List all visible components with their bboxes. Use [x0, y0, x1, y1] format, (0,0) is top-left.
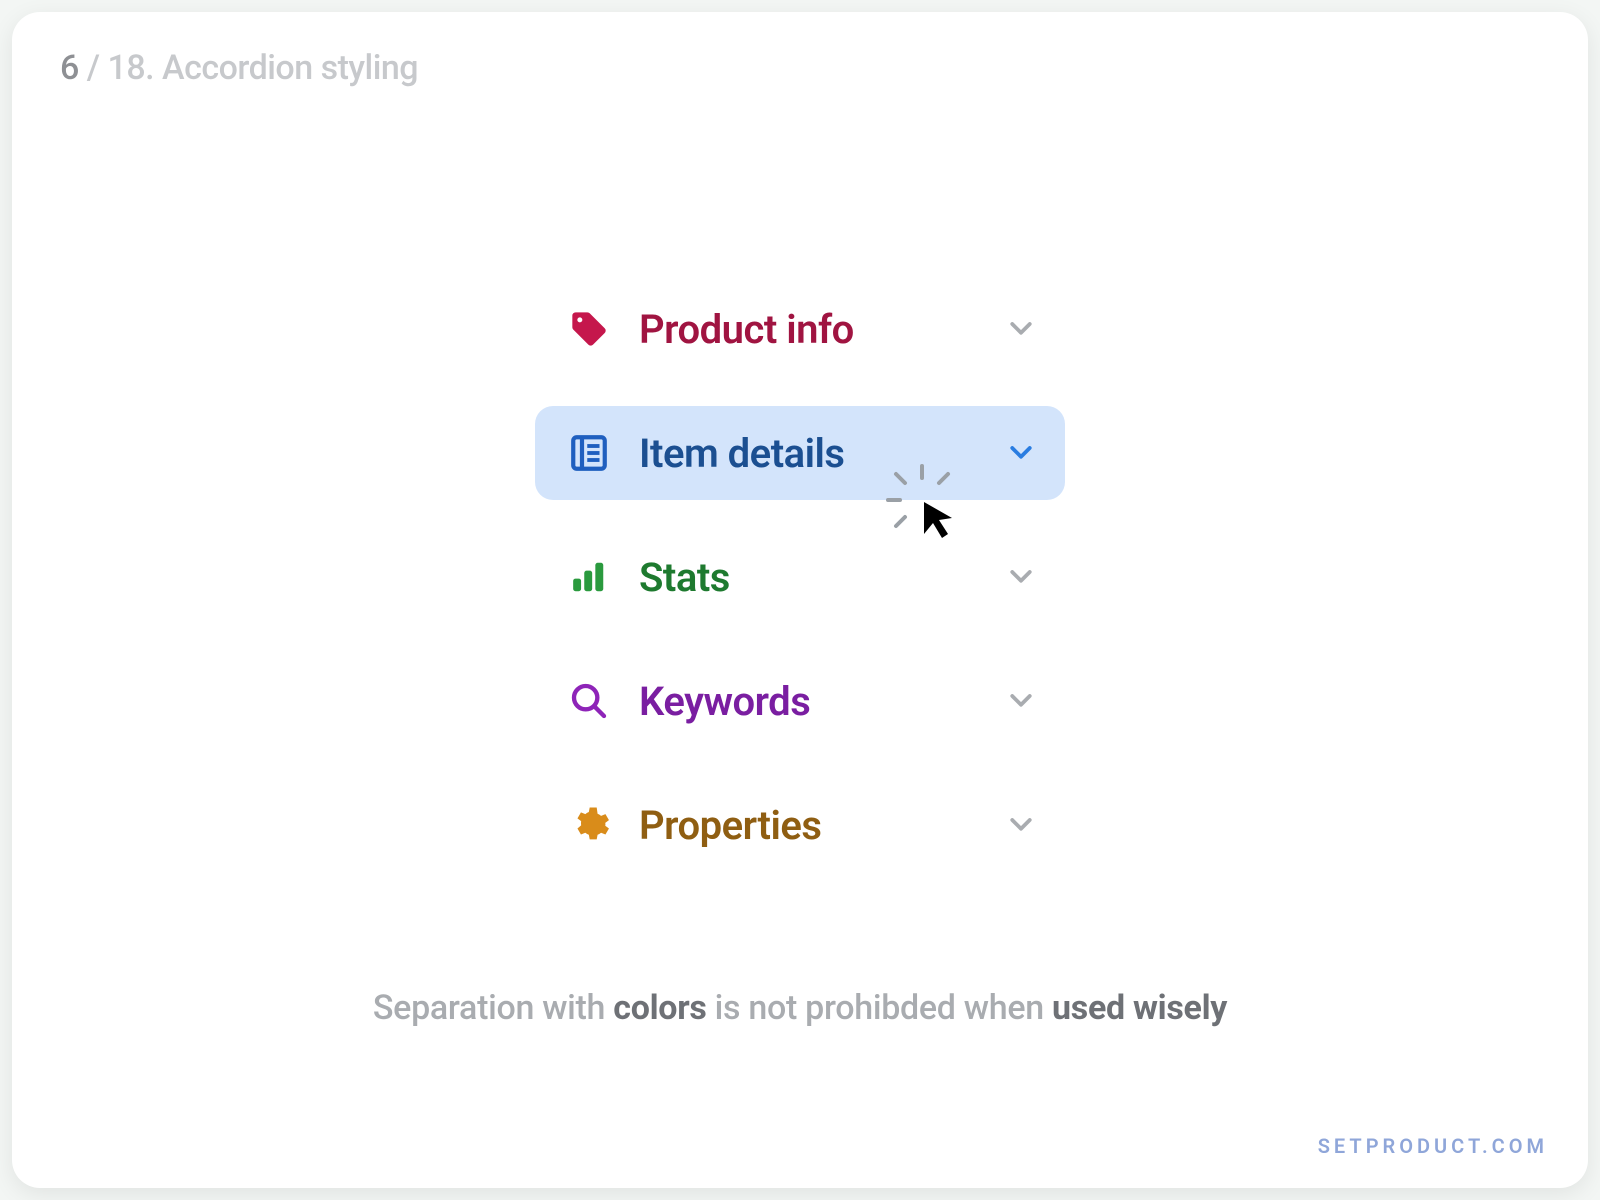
- chevron-down-icon: [1005, 437, 1037, 469]
- caption-strong: used wisely: [1052, 988, 1227, 1028]
- accordion-item-product-info[interactable]: Product info: [535, 282, 1065, 376]
- list-panel-icon: [567, 431, 611, 475]
- breadcrumb-current: 6: [60, 48, 79, 88]
- breadcrumb-sep: /: [79, 48, 108, 88]
- chevron-down-icon: [1005, 561, 1037, 593]
- caption-part: is not prohibded when: [707, 988, 1053, 1028]
- accordion-label: Product info: [639, 306, 1005, 353]
- slide-card: 6 / 18. Accordion styling Product info I…: [12, 12, 1588, 1188]
- tag-icon: [567, 307, 611, 351]
- accordion-item-properties[interactable]: Properties: [535, 778, 1065, 872]
- breadcrumb-rest: 18. Accordion styling: [108, 48, 419, 88]
- caption-strong: colors: [613, 988, 706, 1028]
- search-icon: [567, 679, 611, 723]
- accordion-item-stats[interactable]: Stats: [535, 530, 1065, 624]
- accordion-label: Stats: [639, 554, 1005, 601]
- chevron-down-icon: [1005, 313, 1037, 345]
- accordion: Product info Item details Stats: [535, 282, 1065, 902]
- gear-icon: [567, 803, 611, 847]
- accordion-label: Properties: [639, 802, 1005, 849]
- brand-watermark: SETPRODUCT.COM: [1318, 1134, 1548, 1158]
- accordion-item-keywords[interactable]: Keywords: [535, 654, 1065, 748]
- accordion-label: Keywords: [639, 678, 1005, 725]
- caption: Separation with colors is not prohibded …: [12, 988, 1588, 1028]
- chevron-down-icon: [1005, 685, 1037, 717]
- bar-chart-icon: [567, 555, 611, 599]
- chevron-down-icon: [1005, 809, 1037, 841]
- accordion-label: Item details: [639, 430, 1005, 477]
- breadcrumb: 6 / 18. Accordion styling: [60, 48, 418, 88]
- caption-part: Separation with: [373, 988, 613, 1028]
- accordion-item-item-details[interactable]: Item details: [535, 406, 1065, 500]
